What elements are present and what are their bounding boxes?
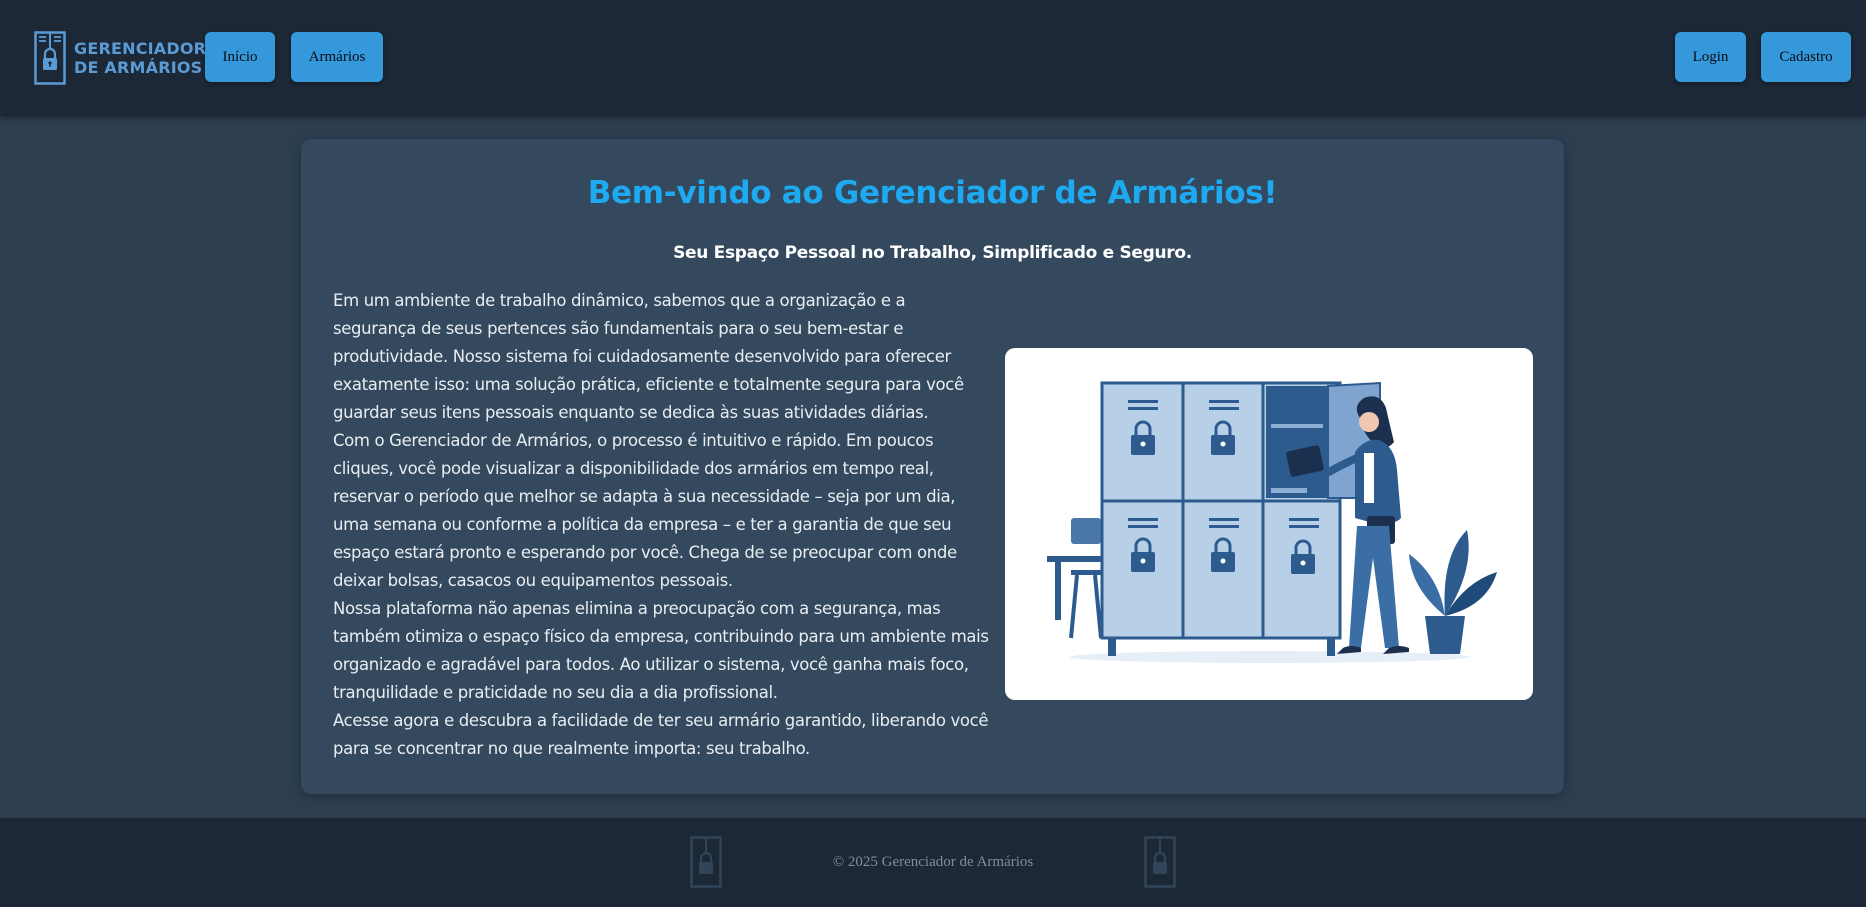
brand-line-1: GERENCIADOR (74, 39, 207, 58)
login-button[interactable]: Login (1675, 32, 1746, 82)
copyright-text: © 2025 Gerenciador de Armários (832, 854, 1034, 870)
page-subtitle: Seu Espaço Pessoal no Trabalho, Simplifi… (673, 243, 1192, 263)
intro-paragraph-4: Acesse agora e descubra a facilidade de … (333, 711, 989, 758)
woman-at-locker-illustration (1005, 348, 1533, 700)
intro-paragraph-3: Nossa plataforma não apenas elimina a pr… (333, 599, 989, 702)
brand-name: GERENCIADOR DE ARMÁRIOS (74, 39, 206, 77)
nav-armarios-button[interactable]: Armários (291, 32, 383, 82)
top-nav-bar: GERENCIADOR DE ARMÁRIOS Início Armários … (0, 0, 1866, 116)
nav-inicio-button[interactable]: Início (205, 32, 275, 82)
brand-line-2: DE ARMÁRIOS (74, 58, 203, 77)
locker-icon (1144, 836, 1176, 888)
cadastro-button[interactable]: Cadastro (1761, 32, 1851, 82)
intro-paragraph-2: Com o Gerenciador de Armários, o process… (333, 431, 957, 590)
locker-icon (34, 31, 66, 85)
intro-text: Em um ambiente de trabalho dinâmico, sab… (333, 287, 991, 763)
page-footer: © 2025 Gerenciador de Armários (0, 818, 1866, 907)
welcome-card: Bem-vindo ao Gerenciador de Armários! Se… (301, 139, 1564, 794)
page-title: Bem-vindo ao Gerenciador de Armários! (587, 175, 1278, 211)
brand-logo[interactable]: GERENCIADOR DE ARMÁRIOS (34, 30, 206, 86)
intro-paragraph-1: Em um ambiente de trabalho dinâmico, sab… (333, 291, 964, 422)
